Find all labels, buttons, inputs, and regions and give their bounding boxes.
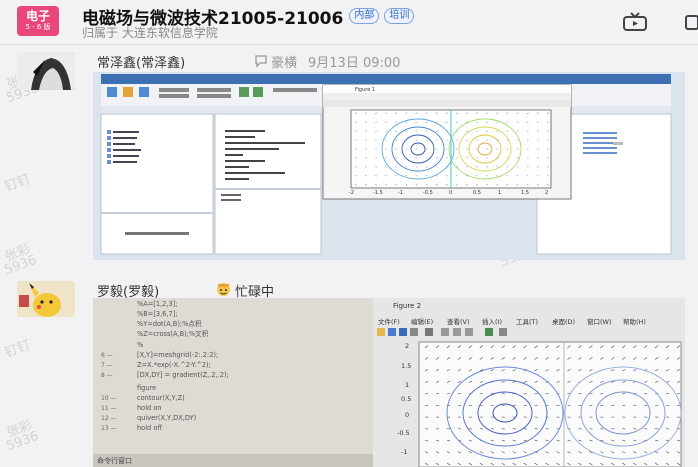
- tv-icon[interactable]: [622, 12, 648, 32]
- figure-menu-item[interactable]: 桌面(D): [552, 317, 575, 326]
- tag-internal: 内部: [349, 8, 380, 24]
- tick-label-y: 1.5: [401, 362, 411, 370]
- line-number: 11 —: [101, 405, 117, 412]
- group-avatar-line2: 5 - 6 版: [25, 23, 51, 31]
- code-line: contour(X,Y,Z): [137, 394, 185, 402]
- tick-label-x: -1: [398, 190, 403, 196]
- figure-menu-item[interactable]: 文件(F): [378, 317, 400, 326]
- avatar-image: [17, 52, 75, 90]
- line-number: 10 —: [101, 395, 117, 402]
- command-window-label: 命令行窗口: [97, 456, 132, 465]
- tick-label-x: -0.5: [423, 190, 433, 196]
- line-number: 12 —: [101, 415, 117, 422]
- busy-emoji-icon: [217, 283, 230, 296]
- tick-label-y: 1: [405, 381, 409, 389]
- code-line: quiver(X,Y,DX,DY): [137, 414, 196, 422]
- tick-label-x: 2: [545, 190, 548, 196]
- line-number: 6 —: [101, 352, 113, 359]
- matlab-photo: %A=[1,2,3]; %B=[3,6,7]; %Y=dot(A,B);%点积 …: [93, 298, 685, 467]
- status-text: 豪横: [271, 56, 298, 71]
- matlab-screenshot: -2 -1.5 -1 -0.5 0 0.5 1 1.5 2 Figure 1: [93, 72, 685, 260]
- code-line: %: [137, 341, 143, 349]
- figure-menu-item[interactable]: 编辑(E): [411, 317, 433, 326]
- code-line: [X,Y]=meshgrid(-2:.2:2);: [137, 351, 218, 359]
- tick-label-y: -1: [401, 448, 407, 456]
- figure-menu-item[interactable]: 查看(V): [447, 317, 470, 326]
- more-icon[interactable]: [684, 12, 698, 32]
- tick-label-x: -2: [349, 190, 354, 196]
- figure-title: Figure 1: [355, 87, 375, 93]
- code-line: %Z=cross(A,B);%叉积: [137, 329, 209, 338]
- chat-header: 电子 5 - 6 版 电磁场与微波技术21005-21006 内部 培训 归属于…: [0, 0, 698, 44]
- avatar[interactable]: [17, 52, 75, 90]
- code-line: Z=X.*exp(-X.^2-Y.^2);: [137, 361, 211, 369]
- code-line: figure: [137, 384, 156, 392]
- group-avatar[interactable]: 电子 5 - 6 版: [17, 6, 59, 36]
- tick-label-y: 0.5: [401, 395, 411, 403]
- tick-label-x: 1: [498, 190, 501, 196]
- message-image[interactable]: -2 -1.5 -1 -0.5 0 0.5 1 1.5 2 Figure 1: [93, 72, 685, 260]
- tag-training: 培训: [384, 8, 415, 24]
- tick-label-y: -0.5: [397, 429, 410, 437]
- code-line: hold off: [137, 424, 162, 432]
- chat-bubble-icon: [255, 55, 267, 68]
- tick-label-x: 1.5: [521, 190, 529, 196]
- tick-label-x: 0.5: [473, 190, 481, 196]
- code-line: hold on: [137, 404, 162, 412]
- pikachu-avatar: [17, 281, 75, 317]
- code-line: %A=[1,2,3];: [137, 300, 177, 308]
- group-avatar-line1: 电子: [25, 9, 50, 23]
- figure-title: Figure 2: [393, 302, 421, 310]
- message-image[interactable]: %A=[1,2,3]; %B=[3,6,7]; %Y=dot(A,B);%点积 …: [93, 298, 685, 467]
- tick-label-x: -1.5: [373, 190, 383, 196]
- header-divider: [0, 44, 698, 45]
- avatar[interactable]: [17, 281, 75, 317]
- line-number: 7 —: [101, 362, 113, 369]
- timestamp: 9月13日 09:00: [308, 56, 401, 71]
- watermark: 钉钉: [2, 171, 33, 195]
- line-number: 8 —: [101, 372, 113, 379]
- tick-label-x: 0: [449, 190, 452, 196]
- figure-menu-item[interactable]: 窗口(W): [587, 317, 612, 326]
- sender-name[interactable]: 常泽鑫(常泽鑫): [97, 52, 185, 71]
- tick-label-y: 0: [405, 411, 409, 419]
- figure-menu-item[interactable]: 帮助(H): [623, 317, 646, 326]
- line-number: 13 —: [101, 425, 117, 432]
- group-subtitle: 归属于 大连东软信息学院: [82, 26, 218, 40]
- watermark: 钉钉: [2, 337, 33, 361]
- tick-label-y: 2: [405, 342, 409, 350]
- code-line: %Y=dot(A,B);%点积: [137, 319, 202, 328]
- figure-menu-item[interactable]: 插入(I): [482, 317, 502, 326]
- figure-menu-item[interactable]: 工具(T): [516, 318, 538, 326]
- code-line: %B=[3,6,7];: [137, 310, 177, 318]
- code-line: [DX,DY] = gradient(Z,.2,.2);: [137, 371, 229, 379]
